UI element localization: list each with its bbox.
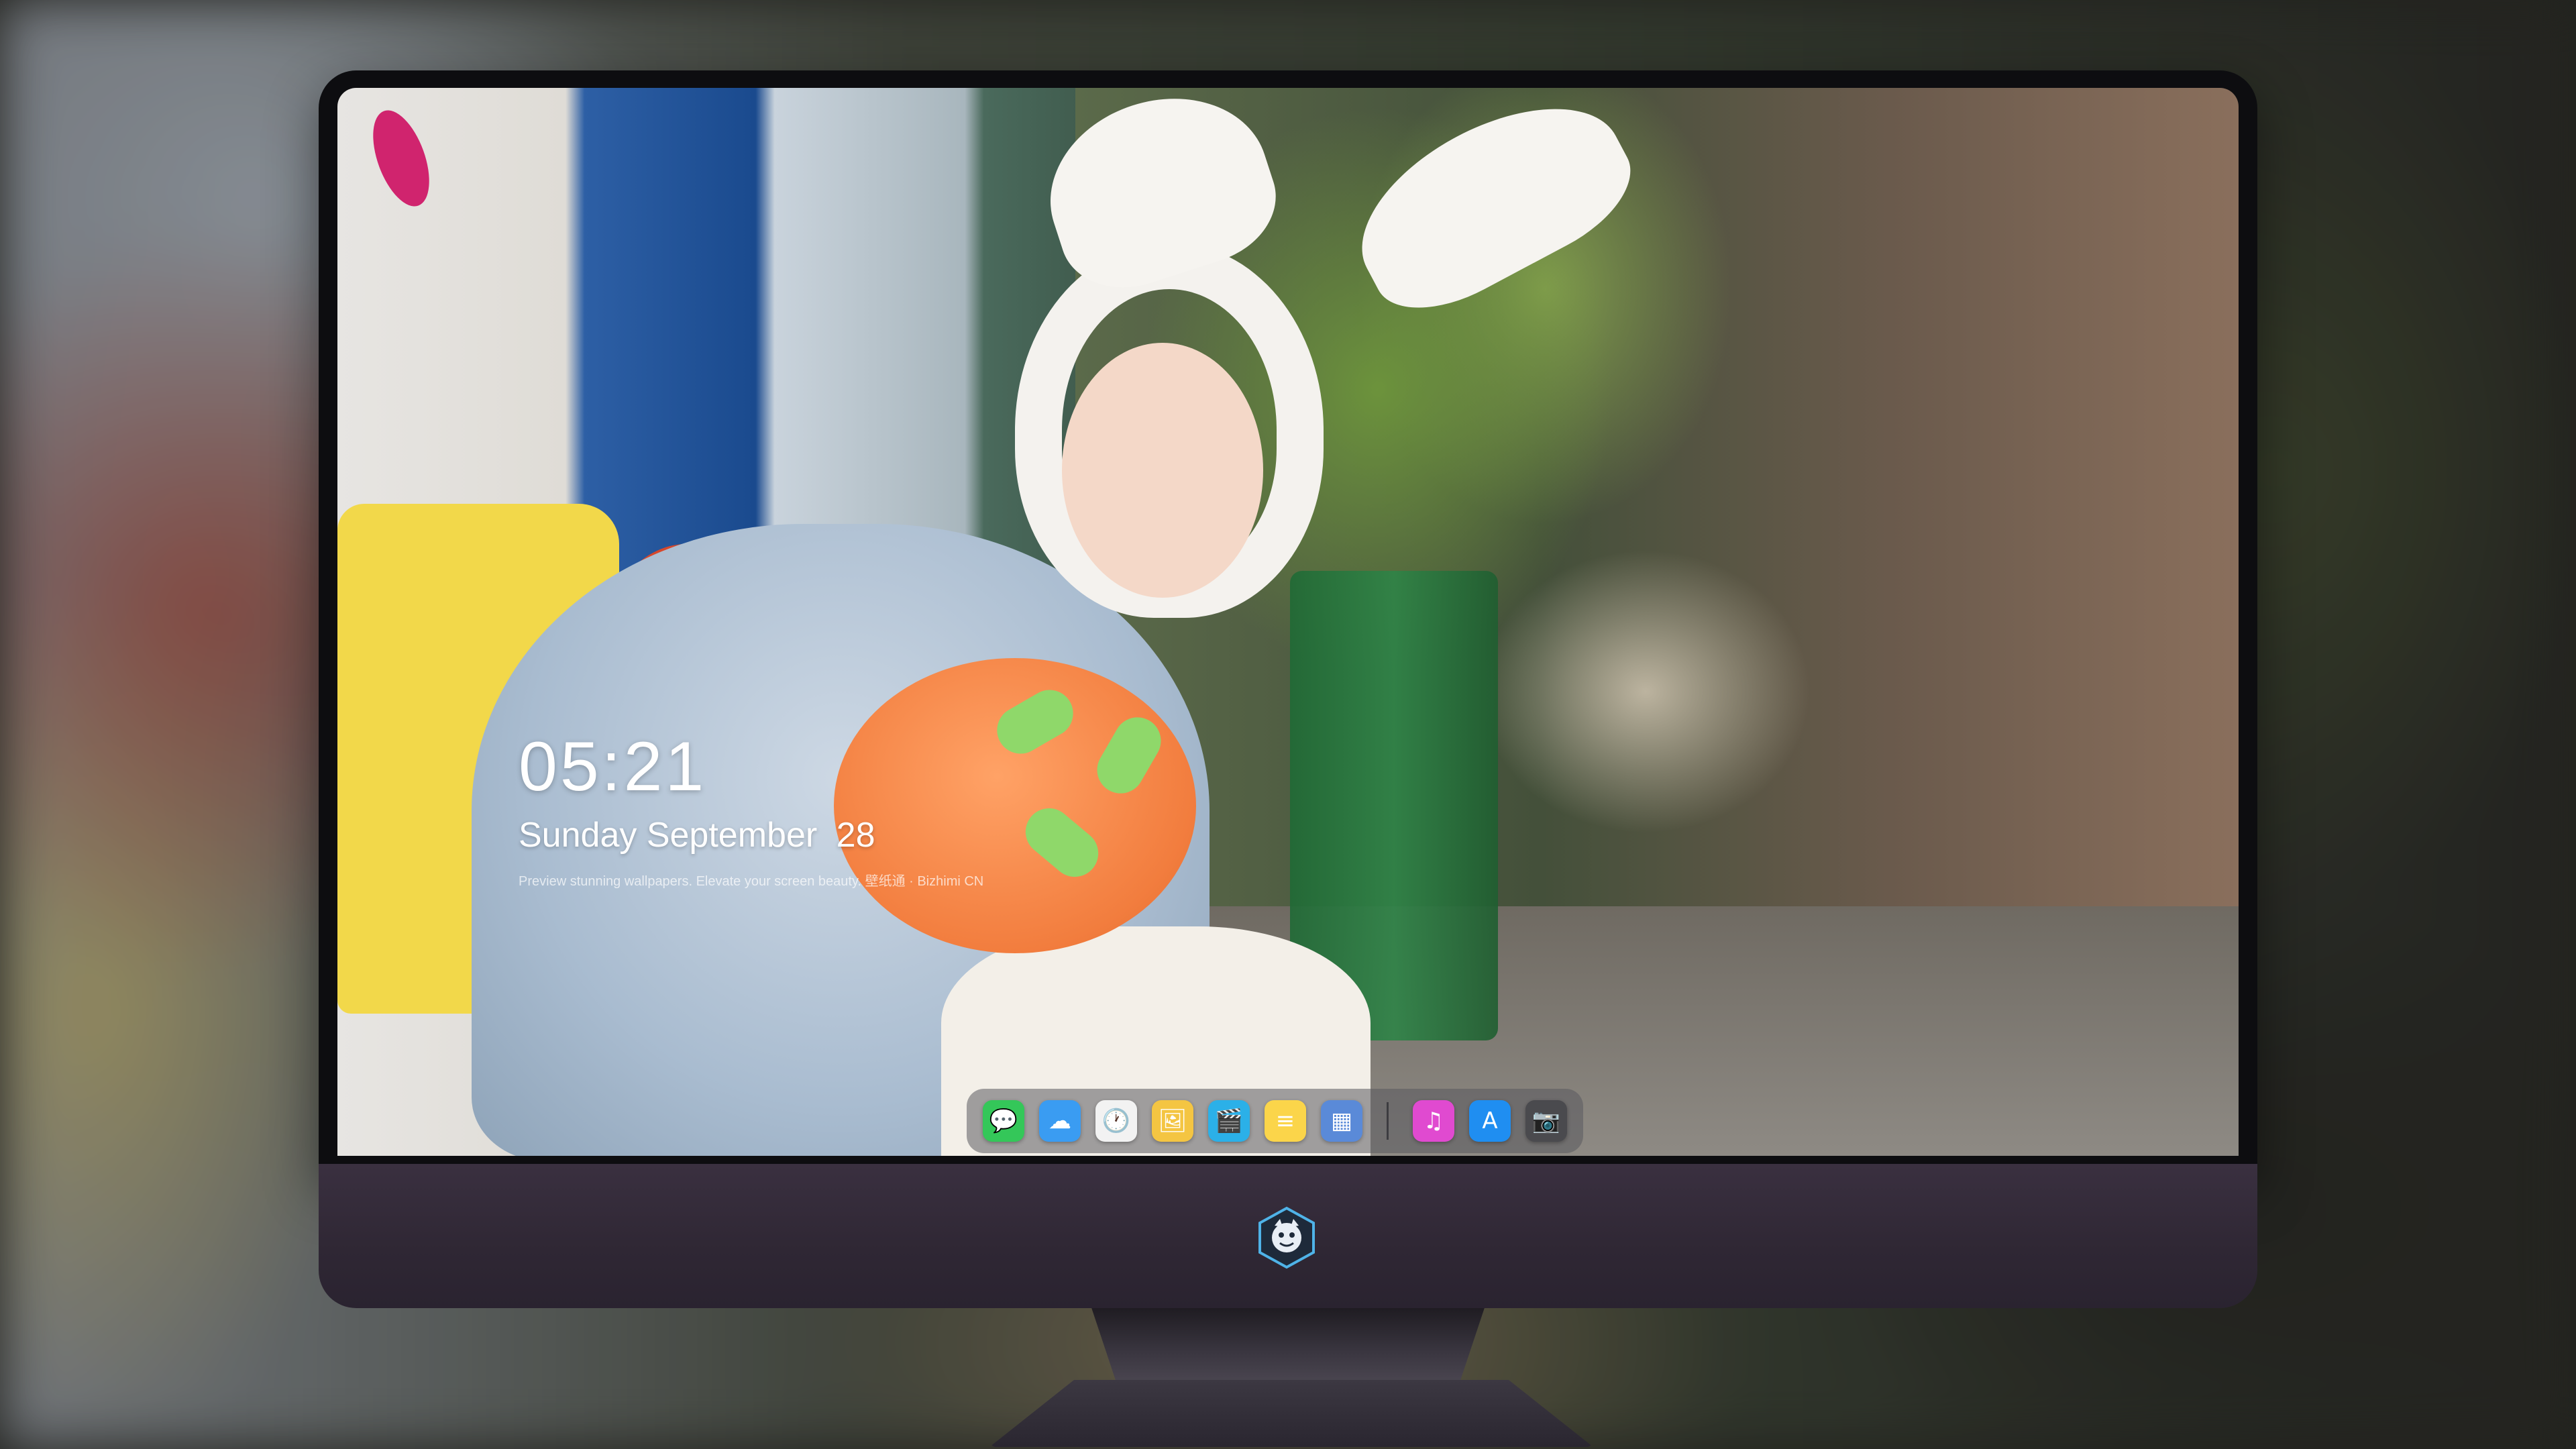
clock-icon[interactable]: 🕐	[1095, 1100, 1137, 1142]
wallpaper-figure-face	[1062, 343, 1263, 598]
itunes-icon[interactable]: ♫	[1413, 1100, 1454, 1142]
clock-time: 05:21	[519, 728, 707, 806]
screen: 05:21 Sunday September 28 Preview stunni…	[337, 88, 2239, 1156]
monitor-chin	[319, 1164, 2257, 1308]
carrot-leaf	[1016, 798, 1108, 887]
weather-icon[interactable]: ☁	[1039, 1100, 1081, 1142]
preview-icon[interactable]: 🖼	[1152, 1100, 1193, 1142]
wallpaper-tagline: Preview stunning wallpapers. Elevate you…	[519, 874, 984, 889]
carrot-leaf	[988, 681, 1082, 763]
clock-day: 28	[836, 816, 875, 855]
monitor-stand-neck	[1091, 1308, 1485, 1382]
app-store-icon[interactable]: A	[1469, 1100, 1511, 1142]
photo-booth-icon[interactable]: ▦	[1321, 1100, 1362, 1142]
messages-icon[interactable]: 💬	[983, 1100, 1024, 1142]
desktop-scene: 05:21 Sunday September 28 Preview stunni…	[0, 0, 2576, 1449]
clock-weekday: Sunday	[519, 816, 637, 855]
clock-month: September	[646, 816, 818, 855]
notes-icon[interactable]: ≡	[1265, 1100, 1306, 1142]
monitor: 05:21 Sunday September 28 Preview stunni…	[319, 70, 2257, 1447]
camera-icon[interactable]: 📷	[1525, 1100, 1567, 1142]
monitor-stand-base	[989, 1380, 1593, 1447]
dock-separator	[1387, 1102, 1389, 1140]
carrot-leaf	[1088, 708, 1170, 802]
dock: 💬 ☁ 🕐 🖼 🎬 ≡ ▦ ♫ A 📷	[967, 1089, 1583, 1153]
lock-screen-overlay: 05:21 Sunday September 28 Preview stunni…	[519, 732, 983, 890]
clock-date: Sunday September 28	[519, 818, 983, 853]
video-editor-icon[interactable]: 🎬	[1208, 1100, 1250, 1142]
brand-logo-icon	[1258, 1206, 1315, 1269]
monitor-bezel: 05:21 Sunday September 28 Preview stunni…	[319, 70, 2257, 1171]
